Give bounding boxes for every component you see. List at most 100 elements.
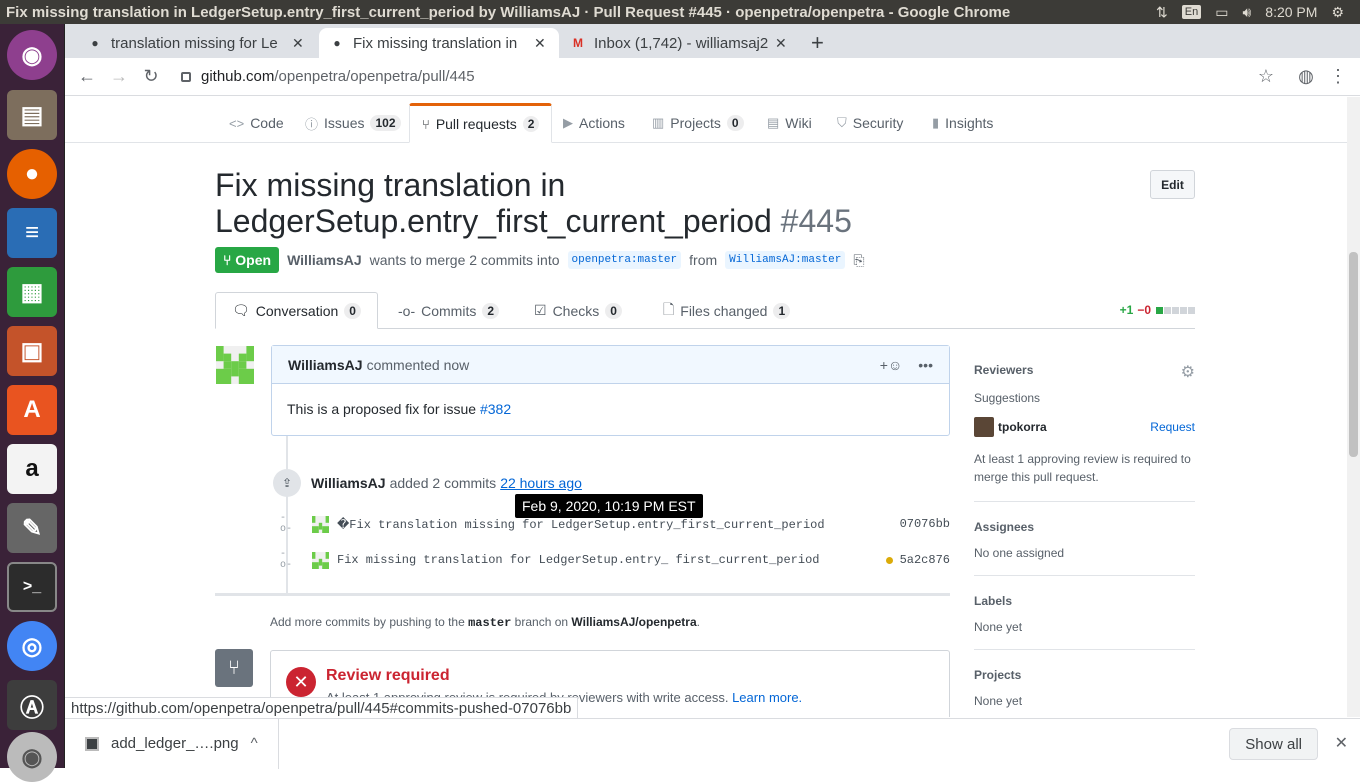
head-branch[interactable]: WilliamsAJ:master	[725, 251, 846, 269]
battery-icon[interactable]: ▭	[1215, 4, 1228, 21]
page-scrollbar[interactable]	[1347, 97, 1360, 717]
ubuntu-icon[interactable]: ◉	[7, 30, 57, 80]
tab-commits[interactable]: -o- Commits 2	[382, 292, 515, 329]
reviewer-name[interactable]: tpokorra	[998, 420, 1047, 434]
close-icon[interactable]: ✕	[1335, 733, 1348, 753]
terminal-icon[interactable]: >_	[7, 562, 57, 612]
learn-more-link[interactable]: Learn more.	[732, 690, 802, 705]
avatar[interactable]	[974, 417, 994, 437]
tab-actions[interactable]: ▶ Actions	[551, 103, 637, 143]
commit-message[interactable]: Fix missing translation for LedgerSetup.…	[337, 553, 886, 567]
diffstat-bar	[1155, 303, 1195, 317]
software-icon[interactable]: A	[7, 385, 57, 435]
assignees-heading[interactable]: Assignees	[974, 520, 1195, 534]
comment-author[interactable]: WilliamsAJ	[288, 357, 363, 373]
profile-avatar[interactable]: ◍	[1290, 66, 1322, 87]
reviewers-heading[interactable]: Reviewers	[974, 363, 1195, 377]
tab-conversation[interactable]: 🗨 Conversation 0	[215, 292, 378, 329]
firefox-icon[interactable]: ●	[7, 149, 57, 199]
close-tab-icon[interactable]: ✕	[292, 35, 304, 52]
add-reaction-icon[interactable]: +☺	[880, 357, 902, 373]
reload-icon[interactable]: ↻	[135, 66, 167, 87]
comment-time[interactable]: commented now	[367, 357, 470, 373]
comment-icon: 🗨	[232, 302, 250, 318]
gear-icon[interactable]: ⚙	[1181, 362, 1195, 382]
comment-body: This is a proposed fix for issue #382	[272, 384, 949, 434]
tab-security[interactable]: ⛉ Security	[825, 103, 915, 143]
browser-tab-2[interactable]: ● Fix missing translation in ✕	[319, 28, 559, 58]
updater-icon[interactable]: Ⓐ	[7, 680, 57, 730]
push-note-text: Add more commits by pushing to the	[270, 615, 465, 629]
edit-button[interactable]: Edit	[1150, 170, 1195, 199]
menu-icon[interactable]: ⋮	[1322, 66, 1354, 87]
tab-label: Commits	[421, 302, 477, 319]
bookmark-star-icon[interactable]: ☆	[1250, 66, 1282, 87]
chrome-icon[interactable]: ◎	[7, 621, 57, 671]
browser-tab-1[interactable]: ● translation missing for Le ✕	[77, 28, 314, 58]
more-options-icon[interactable]: •••	[918, 357, 933, 373]
author-link[interactable]: WilliamsAJ	[287, 252, 362, 268]
settings-icon[interactable]: ✎	[7, 503, 57, 553]
writer-icon[interactable]: ≡	[7, 208, 57, 258]
status-bubble: https://github.com/openpetra/openpetra/p…	[65, 697, 579, 719]
chevron-up-icon[interactable]: ^	[251, 735, 258, 752]
files-icon[interactable]: ▤	[7, 90, 57, 140]
pr-tabs: 🗨 Conversation 0 -o- Commits 2 ☑ Checks 0 🗋 Fil…	[215, 292, 1195, 329]
impress-icon[interactable]: ▣	[7, 326, 57, 376]
shield-icon: ⛉	[837, 115, 847, 130]
download-filename: add_ledger_….png	[111, 735, 239, 752]
tab-pull-requests[interactable]: ⑂ Pull requests 2	[409, 103, 553, 143]
issue-link[interactable]: #382	[480, 401, 511, 417]
push-author[interactable]: WilliamsAJ	[311, 475, 386, 491]
assignees-value: No one assigned	[974, 546, 1065, 560]
amazon-icon[interactable]: a	[7, 444, 57, 494]
window-title: Fix missing translation in LedgerSetup.e…	[6, 3, 1011, 21]
close-tab-icon[interactable]: ✕	[534, 35, 546, 52]
tab-issues[interactable]: ⓘ Issues 102	[293, 103, 413, 143]
tab-insights[interactable]: ▮ Insights	[920, 103, 1005, 143]
back-icon[interactable]: ←	[71, 66, 103, 87]
forward-icon[interactable]: →	[103, 66, 135, 87]
labels-heading[interactable]: Labels	[974, 594, 1195, 608]
commit-row: -o- �Fix translation missing for LedgerS…	[280, 513, 950, 535]
scrollbar-thumb[interactable]	[1349, 252, 1358, 457]
url-field[interactable]: github.com/openpetra/openpetra/pull/445	[181, 68, 1250, 85]
dvd-icon[interactable]: ◉	[7, 732, 57, 782]
gmail-icon: M	[573, 36, 583, 50]
keyboard-layout[interactable]: En	[1181, 5, 1202, 19]
projects-heading[interactable]: Projects	[974, 668, 1195, 682]
calc-icon[interactable]: ▦	[7, 267, 57, 317]
show-all-button[interactable]: Show all	[1229, 728, 1318, 760]
clock[interactable]: 8:20 PM	[1265, 4, 1317, 20]
power-icon[interactable]: ⚙	[1331, 4, 1344, 21]
base-branch[interactable]: openpetra:master	[567, 251, 682, 269]
commit-dot-icon: -o-	[280, 549, 293, 571]
tab-wiki[interactable]: ▤ Wiki	[755, 103, 824, 143]
reviewers-section: Reviewers ⚙ Suggestions tpokorra Request…	[974, 353, 1195, 502]
browser-tab-3[interactable]: M Inbox (1,742) - williamsaj2 ✕	[560, 28, 797, 58]
tab-files-changed[interactable]: 🗋 Files changed 1	[647, 292, 806, 329]
new-tab-button[interactable]: +	[811, 30, 824, 56]
commit-message[interactable]: �Fix translation missing for LedgerSetup…	[337, 517, 900, 532]
download-item[interactable]: add_ledger_….png ^	[65, 718, 279, 769]
tab-checks[interactable]: ☑ Checks 0	[518, 292, 638, 329]
push-time-link[interactable]: 22 hours ago	[500, 475, 582, 491]
close-tab-icon[interactable]: ✕	[775, 35, 787, 52]
counter: 0	[726, 115, 744, 131]
tab-projects[interactable]: ▥ Projects 0	[640, 103, 756, 143]
volume-icon[interactable]: 🔊︎	[1242, 4, 1251, 21]
network-icon[interactable]: ⇅	[1156, 4, 1168, 21]
merge-status-title[interactable]: Review required	[326, 667, 450, 685]
commit-sha[interactable]: 5a2c876	[900, 553, 950, 567]
pending-status-icon[interactable]	[885, 556, 893, 564]
pr-title: Fix missing translation in LedgerSetup.e…	[215, 167, 772, 239]
diffstat[interactable]: +1 −0	[1120, 303, 1195, 317]
commit-sha[interactable]: 07076bb	[900, 517, 950, 531]
file-icon	[85, 736, 99, 751]
tab-label: translation missing for Le	[111, 34, 278, 52]
request-review-link[interactable]: Request	[1150, 420, 1195, 434]
clipboard-icon[interactable]: ⎘	[853, 252, 864, 269]
tab-label: Actions	[579, 115, 625, 131]
tab-code[interactable]: <> Code	[217, 103, 296, 143]
avatar[interactable]	[216, 346, 254, 384]
